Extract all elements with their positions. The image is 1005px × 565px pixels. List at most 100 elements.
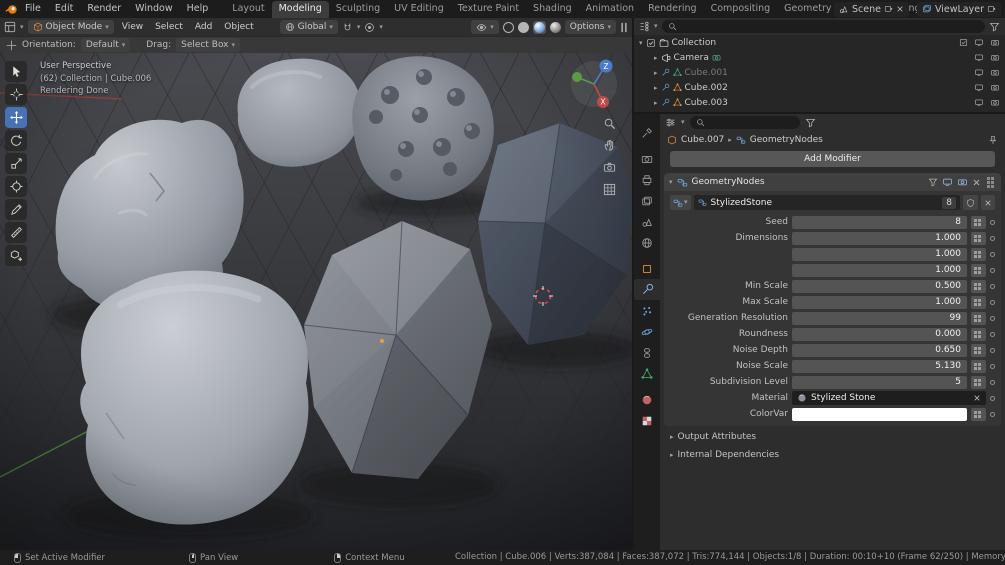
noise-depth-input[interactable]: 0.650 bbox=[792, 344, 967, 357]
modifier-filter-icon[interactable] bbox=[928, 177, 938, 187]
seed-input[interactable]: 8 bbox=[792, 216, 967, 229]
viewlayer-selector[interactable]: ViewLayer bbox=[917, 2, 1001, 17]
tab-particle-properties[interactable] bbox=[634, 300, 660, 321]
outliner-row-collection[interactable]: ▾ Collection bbox=[634, 35, 1005, 50]
section-output-attributes[interactable]: ▸Output Attributes bbox=[660, 429, 1005, 444]
input-attribute-toggle-icon[interactable] bbox=[971, 360, 986, 373]
close-scene-icon[interactable] bbox=[896, 5, 904, 13]
tab-output-properties[interactable] bbox=[634, 169, 660, 190]
render-visibility-icon[interactable] bbox=[990, 38, 1000, 47]
expand-arrow-icon[interactable]: ▸ bbox=[654, 84, 658, 92]
select-box-tool[interactable] bbox=[5, 61, 27, 82]
solid-shading-icon[interactable] bbox=[518, 22, 529, 33]
dimensions-z-input[interactable]: 1.000 bbox=[792, 264, 967, 277]
viewport-scene[interactable] bbox=[0, 53, 632, 550]
input-attribute-toggle-icon[interactable] bbox=[971, 328, 986, 341]
editor-type-icon[interactable] bbox=[4, 21, 16, 33]
menu-add[interactable]: Add bbox=[191, 22, 216, 32]
move-tool[interactable] bbox=[5, 107, 27, 128]
render-visibility-icon[interactable] bbox=[990, 83, 1000, 92]
tab-scene-properties[interactable] bbox=[634, 211, 660, 232]
decorator-dot[interactable] bbox=[990, 316, 995, 321]
tab-modifier-properties[interactable] bbox=[634, 279, 660, 300]
blender-logo-icon[interactable] bbox=[5, 3, 18, 16]
viewport-visibility-icon[interactable] bbox=[974, 38, 984, 47]
decorator-dot[interactable] bbox=[990, 300, 995, 305]
menu-file[interactable]: File bbox=[18, 0, 48, 18]
expand-arrow-icon[interactable]: ▸ bbox=[654, 99, 658, 107]
tab-animation[interactable]: Animation bbox=[579, 1, 641, 18]
unlink-node-group-button[interactable] bbox=[981, 195, 995, 210]
node-group-name-field[interactable]: StylizedStone 8 bbox=[694, 195, 960, 210]
modifier-name[interactable]: GeometryNodes bbox=[692, 177, 765, 187]
decorator-dot[interactable] bbox=[990, 348, 995, 353]
decorator-dot[interactable] bbox=[990, 220, 995, 225]
outliner-row-cube-001[interactable]: ▸ Cube.001 bbox=[634, 65, 1005, 80]
max-scale-input[interactable]: 1.000 bbox=[792, 296, 967, 309]
filter-icon[interactable] bbox=[989, 21, 1000, 32]
cursor-tool[interactable] bbox=[5, 84, 27, 105]
tab-constraint-properties[interactable] bbox=[634, 342, 660, 363]
tab-compositing[interactable]: Compositing bbox=[704, 1, 778, 18]
tab-sculpting[interactable]: Sculpting bbox=[329, 1, 387, 18]
tab-world-properties[interactable] bbox=[634, 232, 660, 253]
scale-tool[interactable] bbox=[5, 153, 27, 174]
close-modifier-icon[interactable] bbox=[972, 178, 981, 187]
breadcrumb-object[interactable]: Cube.007 bbox=[681, 135, 724, 145]
outliner-row-cube-002[interactable]: ▸ Cube.002 bbox=[634, 80, 1005, 95]
material-preview-shading-icon[interactable] bbox=[533, 21, 546, 34]
decorator-dot[interactable] bbox=[990, 380, 995, 385]
tab-material-properties[interactable] bbox=[634, 389, 660, 410]
expand-arrow-icon[interactable]: ▸ bbox=[654, 54, 658, 62]
add-modifier-button[interactable]: Add Modifier bbox=[670, 151, 995, 167]
dimensions-x-input[interactable]: 1.000 bbox=[792, 232, 967, 245]
decorator-dot[interactable] bbox=[990, 412, 995, 417]
decorator-dot[interactable] bbox=[990, 364, 995, 369]
outliner-search-input[interactable] bbox=[662, 20, 985, 33]
mode-selector[interactable]: Object Mode ▾ bbox=[28, 20, 114, 34]
properties-search-input[interactable] bbox=[690, 116, 800, 129]
menu-render[interactable]: Render bbox=[80, 0, 128, 18]
rendered-shading-icon[interactable] bbox=[550, 22, 561, 33]
outliner-editor-icon[interactable] bbox=[639, 21, 650, 32]
filter-icon[interactable] bbox=[805, 117, 816, 128]
measure-tool[interactable] bbox=[5, 222, 27, 243]
toggle-perspective-grid-icon[interactable] bbox=[603, 183, 616, 196]
tab-render-properties[interactable] bbox=[634, 148, 660, 169]
node-group-users-count[interactable]: 8 bbox=[942, 197, 956, 209]
dimensions-y-input[interactable]: 1.000 bbox=[792, 248, 967, 261]
tab-texture-properties[interactable] bbox=[634, 410, 660, 431]
decorator-dot[interactable] bbox=[990, 396, 995, 401]
input-attribute-toggle-icon[interactable] bbox=[971, 344, 986, 357]
drag-handle-icon[interactable] bbox=[991, 177, 994, 180]
camera-view-icon[interactable] bbox=[603, 161, 616, 174]
input-attribute-toggle-icon[interactable] bbox=[971, 216, 986, 229]
render-visibility-icon[interactable] bbox=[990, 53, 1000, 62]
add-cube-tool[interactable] bbox=[5, 245, 27, 266]
navigation-gizmo[interactable]: Z X bbox=[568, 58, 620, 110]
display-viewport-icon[interactable] bbox=[942, 177, 953, 187]
material-field[interactable]: Stylized Stone bbox=[792, 391, 986, 405]
decorator-dot[interactable] bbox=[990, 268, 995, 273]
overlays-toggle-icon[interactable] bbox=[620, 22, 628, 33]
input-attribute-toggle-icon[interactable] bbox=[971, 232, 986, 245]
outliner-row-camera[interactable]: ▸ Camera bbox=[634, 50, 1005, 65]
transform-tool[interactable] bbox=[5, 176, 27, 197]
section-internal-dependencies[interactable]: ▸Internal Dependencies bbox=[660, 447, 1005, 462]
tab-viewlayer-properties[interactable] bbox=[634, 190, 660, 211]
proportional-edit-icon[interactable] bbox=[364, 22, 375, 33]
browse-node-group-button[interactable]: ▾ bbox=[670, 195, 691, 210]
collapse-arrow-icon[interactable]: ▾ bbox=[669, 178, 673, 186]
decorator-dot[interactable] bbox=[990, 284, 995, 289]
new-scene-icon[interactable] bbox=[884, 5, 893, 14]
input-attribute-toggle-icon[interactable] bbox=[971, 312, 986, 325]
menu-view[interactable]: View bbox=[118, 22, 147, 32]
viewport-visibility-icon[interactable] bbox=[974, 68, 984, 77]
exclude-checkbox-icon[interactable] bbox=[959, 38, 968, 47]
input-attribute-toggle-icon[interactable] bbox=[971, 296, 986, 309]
menu-help[interactable]: Help bbox=[180, 0, 216, 18]
viewport-3d[interactable]: User Perspective (62) Collection | Cube.… bbox=[0, 53, 632, 550]
unlink-material-icon[interactable] bbox=[973, 394, 981, 402]
snap-options-chevron-icon[interactable]: ▾ bbox=[357, 24, 361, 31]
render-visibility-icon[interactable] bbox=[990, 68, 1000, 77]
